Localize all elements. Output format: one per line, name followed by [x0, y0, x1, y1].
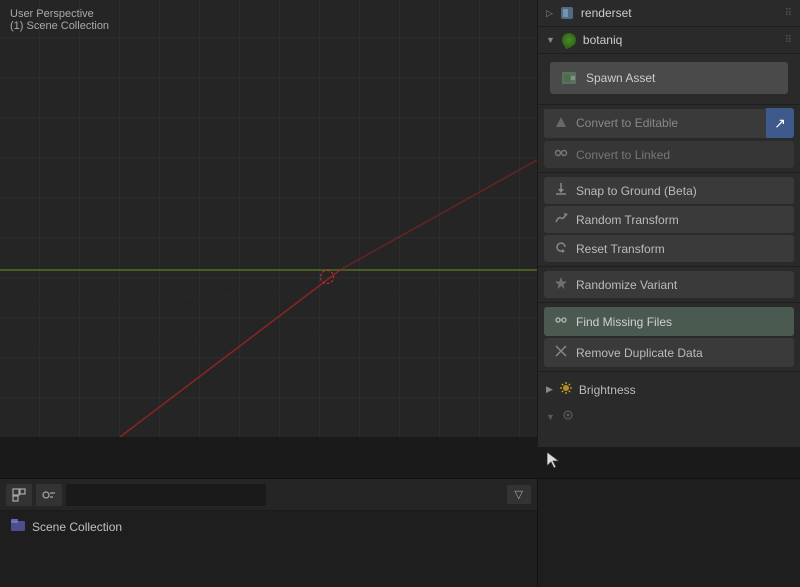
- convert-linked-button[interactable]: Convert to Linked: [544, 141, 794, 168]
- find-missing-icon: [554, 313, 568, 330]
- snap-to-ground-label: Snap to Ground (Beta): [576, 184, 697, 198]
- reset-transform-label: Reset Transform: [576, 242, 665, 256]
- reset-transform-icon: [554, 240, 568, 257]
- canvas-lines: [0, 0, 537, 437]
- reset-transform-button[interactable]: Reset Transform: [544, 235, 794, 262]
- filter-button[interactable]: ▽: [507, 485, 531, 504]
- brightness-arrow: ▶: [546, 384, 553, 395]
- spawn-asset-icon: [560, 69, 578, 87]
- renderset-panel-header[interactable]: ▷ renderset ⠿: [538, 0, 800, 27]
- convert-editable-row: Convert to Editable ↗: [544, 108, 794, 138]
- collection-icon: [10, 517, 26, 536]
- botaniq-panel-header[interactable]: ▼ botaniq ⠿: [538, 27, 800, 54]
- convert-editable-label: Convert to Editable: [576, 116, 678, 130]
- botaniq-title: botaniq: [583, 33, 779, 47]
- convert-editable-button[interactable]: Convert to Editable: [544, 109, 766, 138]
- bottom-bar: ▽ Scene Collection: [0, 478, 537, 587]
- bottom-toolbar: ▽: [0, 479, 537, 511]
- brightness-label: Brightness: [579, 383, 636, 397]
- botaniq-drag-handle: ⠿: [785, 35, 792, 46]
- right-panel: ▷ renderset ⠿ ▼ botaniq ⠿: [537, 0, 800, 447]
- cursor: [547, 452, 557, 466]
- random-transform-button[interactable]: Random Transform: [544, 206, 794, 233]
- toolbar-mode-button[interactable]: [36, 484, 62, 506]
- randomize-variant-icon: [554, 276, 568, 293]
- viewport-header: User Perspective (1) Scene Collection: [10, 8, 109, 32]
- convert-linked-icon: [554, 146, 568, 163]
- randomize-variant-label: Randomize Variant: [576, 278, 677, 292]
- spawn-asset-button[interactable]: Spawn Asset: [550, 62, 788, 94]
- renderset-title: renderset: [581, 6, 779, 20]
- toolbar-view-button[interactable]: [6, 484, 32, 506]
- renderset-drag-handle: ⠿: [785, 8, 792, 19]
- random-transform-icon: [554, 211, 568, 228]
- search-input[interactable]: [66, 484, 266, 506]
- filter-icon: ▽: [515, 488, 523, 501]
- origin-circle: [320, 270, 334, 284]
- next-section-icon: [561, 408, 575, 425]
- scene-collection-row[interactable]: Scene Collection: [0, 511, 537, 542]
- convert-linked-label: Convert to Linked: [576, 148, 670, 162]
- scene-collection-text: Scene Collection: [32, 520, 122, 534]
- scene-collection-label: (1) Scene Collection: [10, 20, 109, 32]
- remove-duplicate-button[interactable]: Remove Duplicate Data: [544, 338, 794, 367]
- randomize-variant-button[interactable]: Randomize Variant: [544, 271, 794, 298]
- convert-editable-icon: [554, 115, 568, 132]
- brightness-section[interactable]: ▶ Brightness: [538, 376, 800, 403]
- botaniq-arrow: ▼: [546, 35, 555, 45]
- find-missing-button[interactable]: Find Missing Files: [544, 307, 794, 336]
- remove-duplicate-icon: [554, 344, 568, 361]
- random-transform-label: Random Transform: [576, 213, 679, 227]
- right-bottom-panel: [537, 478, 800, 587]
- botaniq-icon: [561, 32, 577, 48]
- renderset-icon: [559, 5, 575, 21]
- perspective-label: User Perspective: [10, 8, 109, 20]
- next-section-arrow: ▼: [546, 412, 555, 422]
- spawn-asset-label: Spawn Asset: [586, 71, 655, 85]
- snap-icon: [554, 182, 568, 199]
- convert-side-icon: ↗: [774, 115, 786, 132]
- next-section[interactable]: ▼: [538, 403, 800, 430]
- remove-duplicate-label: Remove Duplicate Data: [576, 346, 703, 360]
- brightness-icon: [559, 381, 573, 398]
- snap-to-ground-button[interactable]: Snap to Ground (Beta): [544, 177, 794, 204]
- convert-editable-side-button[interactable]: ↗: [766, 108, 794, 138]
- renderset-arrow: ▷: [546, 8, 553, 19]
- find-missing-label: Find Missing Files: [576, 315, 672, 329]
- viewport[interactable]: User Perspective (1) Scene Collection: [0, 0, 537, 437]
